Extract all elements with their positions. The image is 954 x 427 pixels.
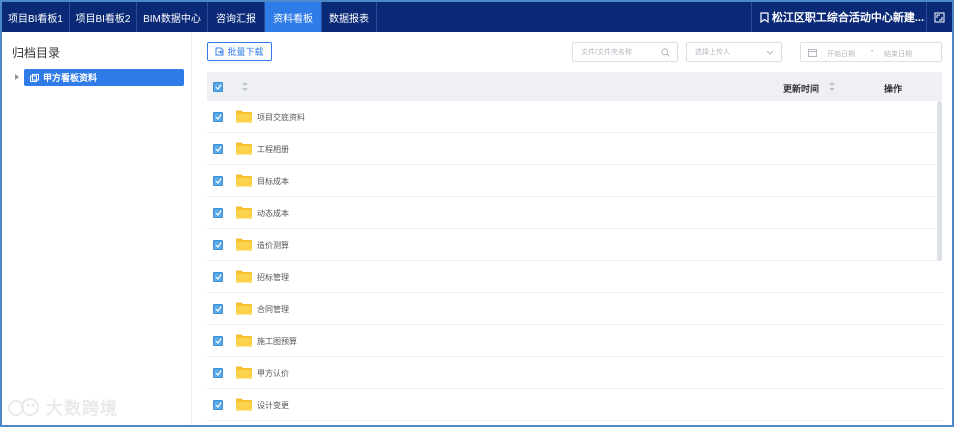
search-icon — [661, 48, 670, 57]
table-row[interactable]: 招标管理 — [207, 261, 942, 293]
folder-icon — [236, 238, 252, 251]
file-name: 施工图预算 — [257, 337, 297, 346]
column-updated-time: 更新时间 — [783, 84, 820, 94]
row-checkbox[interactable] — [213, 272, 223, 282]
file-name: 目标成本 — [257, 177, 289, 186]
nav-tab[interactable]: 项目BI看板2 — [70, 2, 137, 32]
nav-tab[interactable]: BIM数据中心 — [137, 2, 208, 32]
project-name: 松江区职工综合活动中心新建... — [771, 12, 924, 24]
check-icon — [214, 178, 222, 184]
folder-icon — [236, 334, 252, 347]
row-checkbox[interactable] — [213, 304, 223, 314]
tree-node-selected[interactable]: 甲方看板资料 — [24, 69, 184, 86]
row-checkbox[interactable] — [213, 336, 223, 346]
app-window: 项目BI看板1 项目BI看板2 BIM数据中心 咨询汇报 资料看板 数据报表 松江区职工综… — [2, 2, 952, 425]
table-row[interactable]: 目标成本 — [207, 165, 942, 197]
nav-tab[interactable]: 咨询汇报 — [208, 2, 265, 32]
table-row[interactable]: 施工图预算 — [207, 325, 942, 357]
nav-tab[interactable]: 资料看板 — [265, 2, 322, 32]
time-sort-icon[interactable] — [829, 82, 835, 92]
table-header: 更新时间 操作 — [207, 72, 942, 101]
folder-icon — [236, 206, 252, 219]
archive-sidebar: 归档目录 甲方看板资料 — [2, 32, 192, 425]
batch-download-button[interactable]: 批量下载 — [207, 42, 272, 61]
file-name: 甲方认价 — [257, 369, 289, 378]
chevron-down-icon — [766, 50, 774, 55]
fullscreen-icon — [934, 12, 945, 22]
start-date-placeholder: 开始日期 — [827, 51, 855, 58]
table-row[interactable]: 设计变更 — [207, 389, 942, 421]
folder-icon — [236, 110, 252, 123]
folder-icon — [236, 366, 252, 379]
check-icon — [214, 402, 222, 408]
table-row[interactable]: 造价测算 — [207, 229, 942, 261]
project-selector[interactable]: 松江区职工综合活动中心新建... — [750, 2, 924, 32]
check-icon — [214, 306, 222, 312]
row-checkbox[interactable] — [213, 240, 223, 250]
nav-tabs: 项目BI看板1 项目BI看板2 BIM数据中心 咨询汇报 资料看板 数据报表 — [2, 2, 377, 32]
file-name: 合同管理 — [257, 305, 289, 314]
file-name: 造价测算 — [257, 241, 289, 250]
table-row[interactable]: 工程相册 — [207, 133, 942, 165]
check-icon — [214, 210, 222, 216]
calendar-icon — [808, 49, 817, 57]
nav-tab[interactable]: 项目BI看板1 — [2, 2, 70, 32]
folder-icon — [236, 270, 252, 283]
check-icon — [214, 146, 222, 152]
uploader-placeholder: 选择上传人 — [695, 49, 730, 56]
nav-tab[interactable]: 数据报表 — [322, 2, 377, 32]
folder-icon — [236, 398, 252, 411]
check-icon — [214, 370, 222, 376]
search-placeholder: 文件/文件夹名称 — [581, 49, 632, 56]
file-name: 招标管理 — [257, 273, 289, 282]
select-all-checkbox[interactable] — [213, 82, 223, 92]
table-row[interactable]: 合同管理 — [207, 293, 942, 325]
folder-icon — [236, 142, 252, 155]
table-row[interactable]: 动态成本 — [207, 197, 942, 229]
check-icon — [214, 84, 222, 90]
row-checkbox[interactable] — [213, 208, 223, 218]
fullscreen-button[interactable] — [926, 2, 952, 32]
file-name: 项目交底资料 — [257, 113, 305, 122]
watermark: 大数跨境 — [8, 394, 118, 419]
table-row[interactable]: 甲方认价 — [207, 357, 942, 389]
folder-icon — [236, 302, 252, 315]
check-icon — [214, 274, 222, 280]
folder-icon — [236, 174, 252, 187]
column-actions: 操作 — [884, 84, 903, 94]
date-range-picker[interactable]: 开始日期 - 结束日期 — [800, 42, 942, 62]
search-input[interactable]: 文件/文件夹名称 — [572, 42, 678, 62]
name-sort-icon[interactable] — [242, 82, 248, 92]
check-icon — [214, 338, 222, 344]
batch-download-label: 批量下载 — [227, 47, 264, 57]
watermark-text: 大数跨境 — [46, 399, 118, 418]
check-icon — [214, 114, 222, 120]
tree-expand-icon[interactable] — [15, 74, 19, 80]
date-separator: - — [871, 48, 874, 55]
check-icon — [214, 242, 222, 248]
row-checkbox[interactable] — [213, 368, 223, 378]
uploader-select[interactable]: 选择上传人 — [686, 42, 782, 62]
top-navigation: 项目BI看板1 项目BI看板2 BIM数据中心 咨询汇报 资料看板 数据报表 松江区职工综… — [2, 2, 952, 32]
folder-tree-icon — [30, 73, 39, 82]
row-checkbox[interactable] — [213, 144, 223, 154]
file-name: 设计变更 — [257, 401, 289, 410]
file-name: 工程相册 — [257, 145, 289, 154]
download-icon — [215, 47, 224, 56]
table-row[interactable]: 项目交底资料 — [207, 101, 942, 133]
file-name: 动态成本 — [257, 209, 289, 218]
row-checkbox[interactable] — [213, 400, 223, 410]
tree-node-label: 甲方看板资料 — [43, 73, 98, 83]
vertical-scrollbar[interactable] — [937, 101, 942, 261]
end-date-placeholder: 结束日期 — [884, 51, 912, 58]
row-checkbox[interactable] — [213, 112, 223, 122]
watermark-logo-icon — [8, 397, 39, 416]
bookmark-icon — [760, 11, 769, 23]
sidebar-title: 归档目录 — [12, 46, 61, 60]
row-checkbox[interactable] — [213, 176, 223, 186]
